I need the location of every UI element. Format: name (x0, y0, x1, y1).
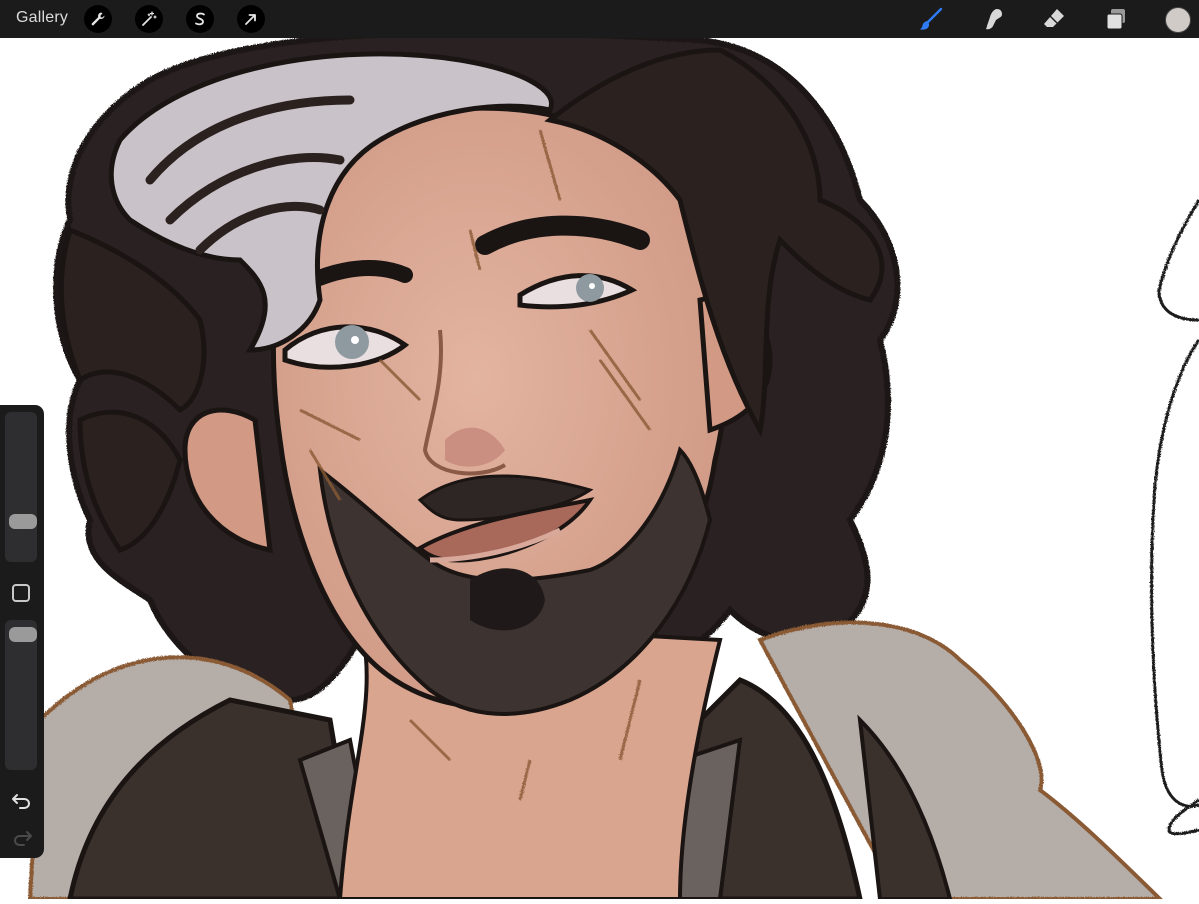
selection-button[interactable] (186, 5, 214, 33)
magic-wand-icon (142, 11, 157, 26)
layers-icon (1106, 9, 1125, 30)
adjustments-button[interactable] (135, 5, 163, 33)
top-toolbar: Gallery (0, 0, 1199, 38)
smudge-icon (986, 9, 1002, 30)
undo-button[interactable] (11, 790, 33, 810)
undo-icon (12, 794, 31, 809)
opacity-thumb[interactable] (9, 627, 37, 642)
brush-size-slider[interactable] (5, 412, 37, 562)
layers-tool[interactable] (1103, 6, 1129, 32)
brush-tool[interactable] (918, 6, 944, 32)
opacity-slider[interactable] (5, 620, 37, 770)
modifier-square-button[interactable] (12, 584, 30, 602)
arrow-cursor-icon (245, 14, 256, 25)
actions-button[interactable] (84, 5, 112, 33)
redo-button[interactable] (11, 827, 33, 847)
eraser-icon (1044, 9, 1064, 27)
drawing-canvas[interactable] (0, 29, 1199, 902)
brush-icon (920, 7, 943, 30)
artwork-illustration (27, 29, 1199, 902)
brush-size-thumb[interactable] (9, 514, 37, 529)
left-sidebar (0, 405, 44, 858)
gallery-button[interactable]: Gallery (16, 9, 68, 27)
smudge-tool[interactable] (980, 6, 1006, 32)
wrench-icon (91, 12, 105, 26)
color-picker-button[interactable] (1165, 7, 1191, 33)
redo-icon (13, 831, 32, 846)
selection-s-icon (195, 12, 205, 26)
transform-button[interactable] (237, 5, 265, 33)
eraser-tool[interactable] (1041, 6, 1067, 32)
